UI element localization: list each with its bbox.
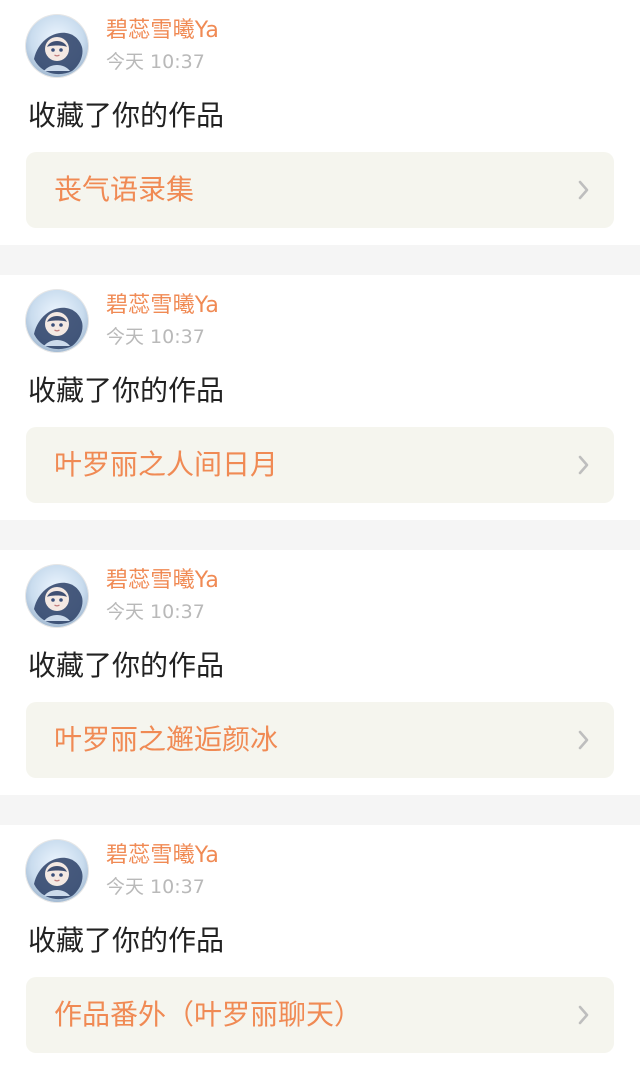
avatar[interactable]	[26, 290, 88, 352]
notification-card: 碧蕊雪曦Ya 今天 10:37 收藏了你的作品 作品番外（叶罗丽聊天）	[0, 825, 640, 1070]
action-text: 收藏了你的作品	[28, 924, 225, 957]
username[interactable]: 碧蕊雪曦Ya	[106, 567, 219, 595]
chevron-right-icon	[574, 178, 592, 202]
username[interactable]: 碧蕊雪曦Ya	[106, 842, 219, 870]
notification-card: 碧蕊雪曦Ya 今天 10:37 收藏了你的作品 丧气语录集	[0, 0, 640, 245]
timestamp: 今天 10:37	[106, 326, 205, 348]
work-link[interactable]: 丧气语录集	[26, 152, 614, 228]
notifications-feed: 碧蕊雪曦Ya 今天 10:37 收藏了你的作品 丧气语录集 碧蕊雪曦Ya 今天 …	[0, 0, 640, 1070]
work-link[interactable]: 叶罗丽之人间日月	[26, 427, 614, 503]
work-title: 叶罗丽之邂逅颜冰	[54, 723, 279, 756]
username[interactable]: 碧蕊雪曦Ya	[106, 292, 219, 320]
work-link[interactable]: 叶罗丽之邂逅颜冰	[26, 702, 614, 778]
work-link[interactable]: 作品番外（叶罗丽聊天）	[26, 977, 614, 1053]
avatar[interactable]	[26, 565, 88, 627]
work-title: 叶罗丽之人间日月	[54, 448, 279, 481]
notification-meta: 碧蕊雪曦Ya 今天 10:37	[106, 842, 219, 900]
username[interactable]: 碧蕊雪曦Ya	[106, 17, 219, 45]
notification-meta: 碧蕊雪曦Ya 今天 10:37	[106, 17, 219, 75]
notification-header: 碧蕊雪曦Ya 今天 10:37	[26, 14, 219, 78]
notification-meta: 碧蕊雪曦Ya 今天 10:37	[106, 292, 219, 350]
avatar[interactable]	[26, 15, 88, 77]
notification-header: 碧蕊雪曦Ya 今天 10:37	[26, 839, 219, 903]
work-title: 作品番外（叶罗丽聊天）	[54, 998, 363, 1031]
notification-meta: 碧蕊雪曦Ya 今天 10:37	[106, 567, 219, 625]
action-text: 收藏了你的作品	[28, 99, 225, 132]
timestamp: 今天 10:37	[106, 876, 205, 898]
action-text: 收藏了你的作品	[28, 374, 225, 407]
chevron-right-icon	[574, 453, 592, 477]
notification-card: 碧蕊雪曦Ya 今天 10:37 收藏了你的作品 叶罗丽之人间日月	[0, 275, 640, 520]
timestamp: 今天 10:37	[106, 51, 205, 73]
chevron-right-icon	[574, 1003, 592, 1027]
action-text: 收藏了你的作品	[28, 649, 225, 682]
work-title: 丧气语录集	[54, 173, 195, 206]
notification-header: 碧蕊雪曦Ya 今天 10:37	[26, 564, 219, 628]
avatar[interactable]	[26, 840, 88, 902]
notification-card: 碧蕊雪曦Ya 今天 10:37 收藏了你的作品 叶罗丽之邂逅颜冰	[0, 550, 640, 795]
notification-header: 碧蕊雪曦Ya 今天 10:37	[26, 289, 219, 353]
timestamp: 今天 10:37	[106, 601, 205, 623]
chevron-right-icon	[574, 728, 592, 752]
